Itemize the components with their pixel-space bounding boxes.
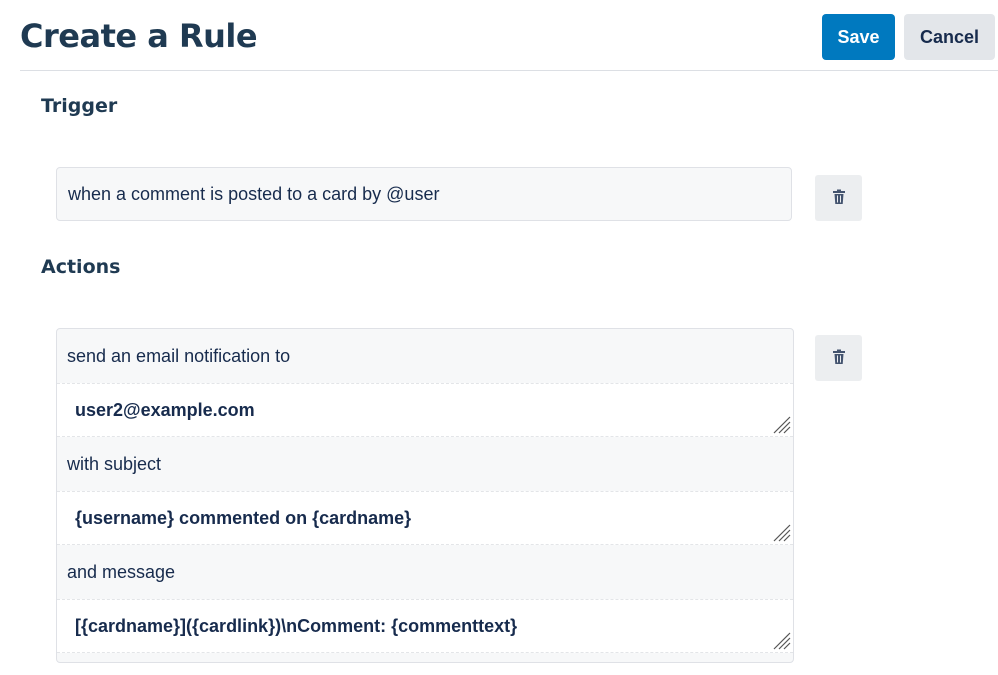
delete-action-button[interactable] (815, 335, 862, 381)
message-textarea[interactable]: [{cardname}]({cardlink})\nComment: {comm… (57, 599, 793, 653)
trigger-text: when a comment is posted to a card by @u… (68, 183, 440, 204)
page-title: Create a Rule (20, 17, 258, 55)
resize-handle-icon[interactable] (773, 524, 791, 542)
resize-handle-icon[interactable] (773, 416, 791, 434)
trigger-field[interactable]: when a comment is posted to a card by @u… (56, 167, 792, 221)
subject-value: {username} commented on {cardname} (75, 507, 412, 528)
trash-icon (832, 189, 846, 208)
page-header: Create a Rule Save Cancel (20, 0, 998, 71)
actions-heading: Actions (41, 256, 121, 278)
trash-icon (832, 349, 846, 368)
trigger-heading: Trigger (41, 95, 118, 117)
action-label-message: and message (67, 561, 176, 582)
create-rule-page: Create a Rule Save Cancel Trigger when a… (0, 0, 998, 675)
cancel-button[interactable]: Cancel (904, 14, 995, 60)
action-label-send: send an email notification to (67, 345, 291, 366)
recipient-textarea[interactable]: user2@example.com (57, 383, 793, 437)
action-card: send an email notification to user2@exam… (56, 328, 794, 663)
subject-textarea[interactable]: {username} commented on {cardname} (57, 491, 793, 545)
resize-handle-icon[interactable] (773, 632, 791, 650)
message-value: [{cardname}]({cardlink})\nComment: {comm… (75, 615, 518, 636)
save-button[interactable]: Save (822, 14, 895, 60)
delete-trigger-button[interactable] (815, 175, 862, 221)
action-label-subject: with subject (67, 453, 162, 474)
recipient-value: user2@example.com (75, 399, 255, 420)
